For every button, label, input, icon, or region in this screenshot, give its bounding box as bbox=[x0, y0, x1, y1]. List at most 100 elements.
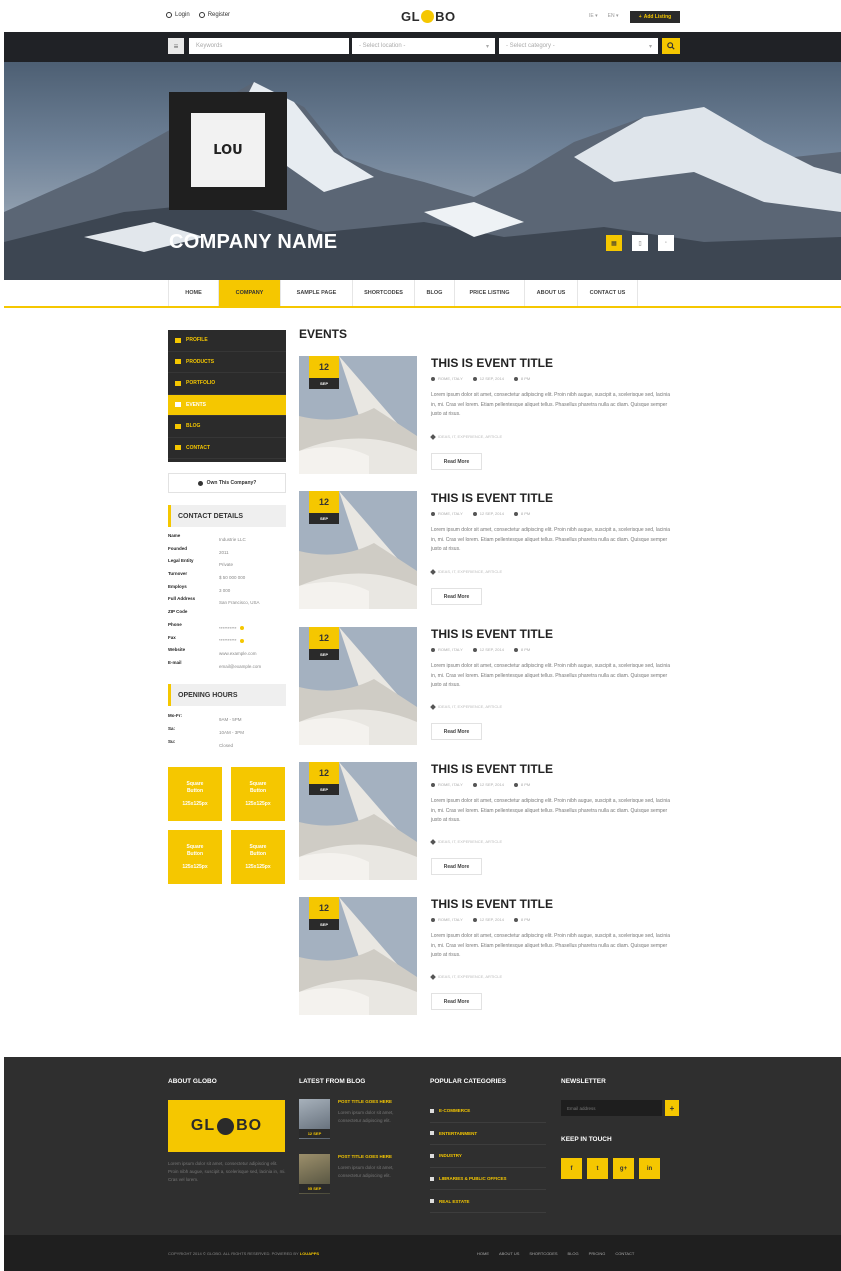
website-link[interactable]: www.example.com bbox=[219, 647, 257, 660]
category-link[interactable]: REAL ESTATE bbox=[430, 1190, 546, 1213]
footer-link-shortcodes[interactable]: SHORTCODES bbox=[529, 1251, 557, 1256]
chevron-down-icon: ▾ bbox=[648, 43, 652, 50]
reveal-fax-icon[interactable] bbox=[239, 638, 244, 643]
read-more-button[interactable]: Read More bbox=[431, 858, 482, 875]
keywords-input[interactable]: Keywords bbox=[189, 38, 349, 54]
footer bbox=[4, 1057, 841, 1235]
post-title[interactable]: POST TITLE GOES HERE bbox=[338, 1099, 392, 1104]
register-link[interactable]: Register bbox=[198, 12, 230, 18]
bookmark-icon: ▯ bbox=[638, 240, 642, 247]
category-link[interactable]: ENTERTAINMENT bbox=[430, 1123, 546, 1146]
footer-logo[interactable]: GL BO bbox=[168, 1100, 285, 1152]
square-ad-button[interactable]: Square Button 125x125px bbox=[168, 767, 222, 821]
google-plus-icon[interactable]: g+ bbox=[613, 1158, 634, 1179]
footer-link-contact[interactable]: CONTACT bbox=[615, 1251, 634, 1256]
bookmark-button[interactable]: ▯ bbox=[632, 235, 648, 251]
nav-home[interactable]: HOME bbox=[168, 280, 219, 306]
copyright-text: COPYRIGHT 2014 © GLOBO. ALL RIGHTS RESER… bbox=[168, 1251, 320, 1256]
search-button[interactable] bbox=[662, 38, 680, 54]
linkedin-icon[interactable]: in bbox=[639, 1158, 660, 1179]
footer-newsletter-heading: NEWSLETTER bbox=[561, 1078, 606, 1085]
nav-shortcodes[interactable]: SHORTCODES bbox=[353, 280, 415, 306]
auth-links: Login Register bbox=[166, 12, 230, 18]
square-ad-button[interactable]: Square Button 125x125px bbox=[231, 767, 285, 821]
event-title[interactable]: THIS IS EVENT TITLE bbox=[431, 762, 553, 776]
nav-price-listing[interactable]: PRICE LISTING bbox=[455, 280, 525, 306]
sidebar-item-products[interactable]: PRODUCTS bbox=[168, 352, 286, 373]
event-date-badge: 12 SEP bbox=[309, 356, 339, 389]
language-selectors: IE ▾ EN ▾ bbox=[589, 13, 618, 19]
category-link[interactable]: E-COMMERCE bbox=[430, 1100, 546, 1123]
hours-row: Su: Closed bbox=[168, 739, 234, 748]
read-more-button[interactable]: Read More bbox=[431, 453, 482, 470]
post-title[interactable]: POST TITLE GOES HERE bbox=[338, 1154, 392, 1159]
read-more-button[interactable]: Read More bbox=[431, 993, 482, 1010]
event-title[interactable]: THIS IS EVENT TITLE bbox=[431, 627, 553, 641]
email-link[interactable]: email@example.com bbox=[219, 660, 261, 673]
square-ad-button[interactable]: Square Button 125x125px bbox=[168, 830, 222, 884]
lang-selector-2[interactable]: EN ▾ bbox=[608, 13, 619, 19]
footer-link-blog[interactable]: BLOG bbox=[568, 1251, 579, 1256]
event-meta: ROME, ITALY 12 SEP, 2014 8 PM bbox=[431, 917, 530, 922]
login-link[interactable]: Login bbox=[166, 12, 190, 18]
cart-icon bbox=[430, 1108, 434, 1113]
read-more-button[interactable]: Read More bbox=[431, 723, 482, 740]
info-icon bbox=[197, 480, 203, 486]
powered-by-link[interactable]: LOUAPPS bbox=[300, 1251, 319, 1256]
clock-icon bbox=[513, 647, 518, 652]
login-icon bbox=[166, 12, 172, 18]
event-title[interactable]: THIS IS EVENT TITLE bbox=[431, 897, 553, 911]
square-ad-button[interactable]: Square Button 125x125px bbox=[231, 830, 285, 884]
location-icon bbox=[431, 376, 435, 381]
sidebar-item-events[interactable]: EVENTS bbox=[168, 394, 286, 416]
building-icon bbox=[430, 1199, 434, 1204]
nav-blog[interactable]: BLOG bbox=[415, 280, 455, 306]
read-more-button[interactable]: Read More bbox=[431, 588, 482, 605]
footer-about-heading: ABOUT GLOBO bbox=[168, 1078, 217, 1085]
clock-icon bbox=[513, 782, 518, 787]
sidebar-item-contact[interactable]: CONTACT bbox=[168, 438, 286, 459]
sidebar-item-portfolio[interactable]: PORTFOLIO bbox=[168, 373, 286, 395]
event-description: Lorem ipsum dolor sit amet, consectetur … bbox=[431, 663, 671, 688]
opening-hours-list: Mo-Fr: 9AM - 5PM Sa: 10AM - 3PM Su: Closed bbox=[168, 713, 286, 752]
category-link[interactable]: LIBRARIES & PUBLIC OFFICES bbox=[430, 1168, 546, 1191]
footer-links: HOME ABOUT US SHORTCODES BLOG PRICING CO… bbox=[477, 1251, 634, 1256]
social-links: f t g+ in bbox=[561, 1158, 660, 1179]
footer-link-pricing[interactable]: PRICING bbox=[589, 1251, 606, 1256]
event-date-badge: 12 SEP bbox=[309, 897, 339, 930]
industry-icon bbox=[430, 1153, 434, 1158]
nav-about-us[interactable]: ABOUT US bbox=[525, 280, 578, 306]
nav-sample-page[interactable]: SAMPLE PAGE bbox=[281, 280, 353, 306]
sidebar-item-blog[interactable]: BLOG bbox=[168, 416, 286, 438]
event-title[interactable]: THIS IS EVENT TITLE bbox=[431, 491, 553, 505]
share-icon: ◦ bbox=[664, 240, 668, 246]
twitter-icon[interactable]: t bbox=[587, 1158, 608, 1179]
detail-row: Fax ********** bbox=[168, 635, 286, 648]
category-select[interactable]: - Select category - ▾ bbox=[499, 38, 658, 54]
event-date-badge: 12 SEP bbox=[309, 627, 339, 660]
own-company-button[interactable]: Own This Company? bbox=[168, 473, 286, 493]
calendar-icon bbox=[472, 917, 477, 922]
nav-company[interactable]: COMPANY bbox=[219, 280, 281, 306]
tag-icon bbox=[430, 433, 436, 440]
footer-link-about[interactable]: ABOUT US bbox=[499, 1251, 519, 1256]
category-link[interactable]: INDUSTRY bbox=[430, 1145, 546, 1168]
footer-category-list: E-COMMERCE ENTERTAINMENT INDUSTRY LIBRAR… bbox=[430, 1100, 546, 1213]
reveal-phone-icon[interactable] bbox=[239, 626, 244, 631]
newsletter-subscribe-button[interactable]: + bbox=[665, 1100, 679, 1116]
clock-icon bbox=[513, 917, 518, 922]
facebook-icon[interactable]: f bbox=[561, 1158, 582, 1179]
lang-selector-1[interactable]: IE ▾ bbox=[589, 13, 598, 19]
detail-row: Legal Entity Private bbox=[168, 558, 234, 568]
share-button[interactable]: ◦ bbox=[658, 235, 674, 251]
event-title[interactable]: THIS IS EVENT TITLE bbox=[431, 356, 553, 370]
newsletter-email-input[interactable]: Email address bbox=[561, 1100, 662, 1116]
location-select[interactable]: - Select location - ▾ bbox=[352, 38, 495, 54]
menu-toggle-button[interactable]: ≡ bbox=[168, 38, 184, 54]
footer-link-home[interactable]: HOME bbox=[477, 1251, 489, 1256]
add-listing-button[interactable]: + Add Listing bbox=[630, 11, 680, 23]
grid-view-button[interactable]: ▦ bbox=[606, 235, 622, 251]
site-logo[interactable]: GL BO bbox=[401, 9, 456, 24]
sidebar-item-profile[interactable]: PROFILE bbox=[168, 330, 286, 352]
nav-contact-us[interactable]: CONTACT US bbox=[578, 280, 638, 306]
